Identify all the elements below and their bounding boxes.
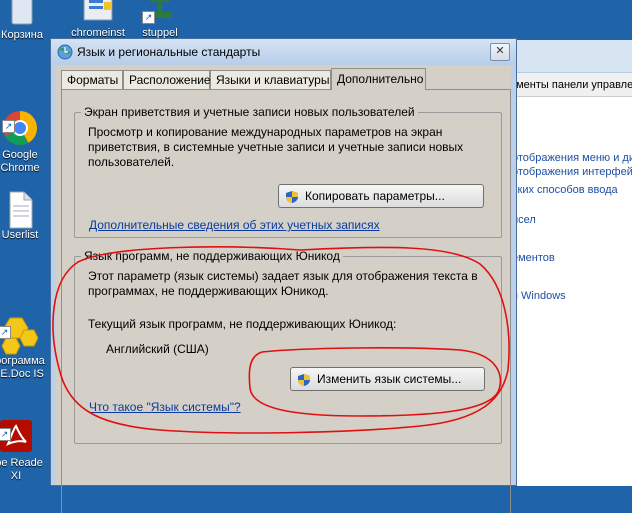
close-icon: ✕ bbox=[495, 45, 505, 57]
cp-link-interface-display[interactable]: отображения интерфейс bbox=[512, 166, 632, 178]
shortcut-arrow-icon: ↗ bbox=[2, 120, 15, 133]
dialog-client-area: Форматы Расположение Языки и клавиатуры … bbox=[56, 65, 511, 513]
non-unicode-group: Язык программ, не поддерживающих Юникод … bbox=[74, 249, 502, 444]
chrome-icon: ↗ bbox=[2, 97, 38, 145]
text-file-icon bbox=[2, 190, 38, 229]
uac-shield-icon bbox=[285, 189, 299, 203]
tab-panel-administrative: Экран приветствия и учетные записи новых… bbox=[61, 89, 511, 513]
desktop-icon-adobe-reader[interactable]: ↗ obe Reade XI bbox=[0, 392, 46, 496]
desktop-icon-chromeinst[interactable]: chromeinst bbox=[68, 0, 128, 40]
control-panel-toolbar bbox=[506, 40, 632, 73]
desktop-icon-stuppel[interactable]: ↗ stuppel bbox=[130, 0, 190, 40]
tab-administrative[interactable]: Дополнительно bbox=[331, 68, 426, 90]
recycle-bin-icon bbox=[4, 0, 40, 26]
shortcut-arrow-icon: ↗ bbox=[0, 326, 11, 339]
network-icon: ↗ bbox=[142, 0, 178, 24]
desktop-icon-label: Userlist bbox=[1, 229, 39, 241]
copy-settings-button[interactable]: Копировать параметры... bbox=[278, 184, 484, 208]
desktop-icon-label: Корзина bbox=[1, 29, 43, 41]
globe-clock-icon bbox=[57, 44, 73, 60]
cp-link-windows[interactable]: я Windows bbox=[512, 290, 566, 302]
control-panel-window: ементы панели управле отображения меню и… bbox=[505, 40, 632, 486]
desktop-icon-google-chrome[interactable]: ↗ Google Chrome bbox=[0, 84, 50, 188]
current-language-value: Английский (США) bbox=[106, 342, 209, 356]
shortcut-arrow-icon: ↗ bbox=[142, 11, 155, 24]
region-language-dialog: Язык и региональные стандарты ✕ Форматы … bbox=[50, 38, 517, 513]
desktop-icon-recycle-bin[interactable]: Корзина bbox=[0, 0, 52, 42]
change-system-locale-button[interactable]: Изменить язык системы... bbox=[290, 367, 485, 391]
tab-languages-keyboards[interactable]: Языки и клавиатуры bbox=[210, 70, 331, 89]
cp-link-items[interactable]: ементов bbox=[512, 252, 555, 264]
dialog-title: Язык и региональные стандарты bbox=[77, 45, 261, 59]
dialog-titlebar[interactable]: Язык и региональные стандарты ✕ bbox=[51, 39, 516, 65]
installer-icon bbox=[80, 0, 116, 24]
tab-location[interactable]: Расположение bbox=[123, 70, 211, 89]
desktop-icon-label: Программа M.E.Doc IS bbox=[0, 355, 45, 380]
desktop-icon-label: obe Reade XI bbox=[0, 457, 43, 482]
what-is-system-locale-link[interactable]: Что такое "Язык системы"? bbox=[89, 400, 241, 414]
honeycomb-icon: ↗ bbox=[0, 303, 39, 355]
welcome-screen-group: Экран приветствия и учетные записи новых… bbox=[74, 105, 502, 238]
current-language-label: Текущий язык программ, не поддерживающих… bbox=[88, 317, 397, 331]
uac-shield-icon bbox=[297, 372, 311, 386]
close-button[interactable]: ✕ bbox=[490, 43, 510, 61]
welcome-group-description: Просмотр и копирование международных пар… bbox=[88, 125, 464, 169]
desktop-icon-medoc[interactable]: ↗ Программа M.E.Doc IS bbox=[0, 290, 46, 394]
change-system-locale-label: Изменить язык системы... bbox=[317, 372, 462, 386]
desktop-icon-label: Google Chrome bbox=[0, 149, 40, 174]
shortcut-arrow-icon: ↗ bbox=[0, 428, 11, 441]
cp-link-input-methods[interactable]: ских способов ввода bbox=[512, 184, 618, 196]
welcome-accounts-info-link[interactable]: Дополнительные сведения об этих учетных … bbox=[89, 218, 380, 232]
copy-settings-label: Копировать параметры... bbox=[305, 189, 445, 203]
control-panel-breadcrumb[interactable]: ементы панели управле bbox=[506, 73, 632, 97]
tab-formats[interactable]: Форматы bbox=[61, 70, 123, 89]
non-unicode-group-title: Язык программ, не поддерживающих Юникод bbox=[81, 249, 343, 263]
adobe-reader-icon: ↗ bbox=[0, 405, 34, 452]
cp-link-menu-display[interactable]: отображения меню и ди bbox=[512, 152, 632, 164]
non-unicode-description: Этот параметр (язык системы) задает язык… bbox=[88, 269, 478, 298]
welcome-group-title: Экран приветствия и учетные записи новых… bbox=[81, 105, 418, 119]
desktop-icon-userlist[interactable]: Userlist bbox=[0, 190, 50, 242]
